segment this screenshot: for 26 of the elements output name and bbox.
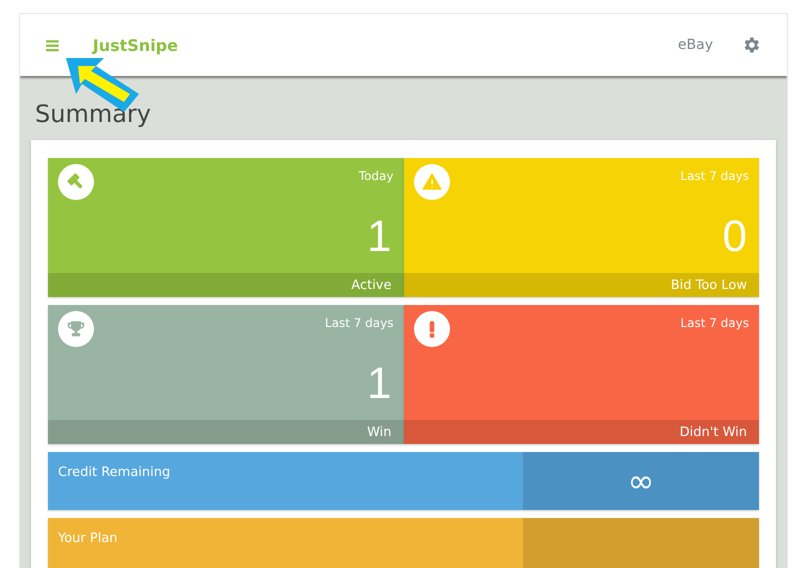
stat-label: Active bbox=[351, 278, 392, 292]
stat-tile[interactable]: Last 7 days 0 Bid Too Low bbox=[404, 158, 759, 297]
stat-tile[interactable]: Last 7 days 1 Win bbox=[48, 305, 404, 444]
nav-link[interactable]: eBay bbox=[678, 37, 713, 53]
stat-tile[interactable]: Last 7 days Didn't Win bbox=[404, 305, 759, 444]
brand-logo[interactable]: JustSnipe bbox=[92, 36, 178, 54]
stat-value: 0 bbox=[722, 212, 747, 262]
stat-value: 1 bbox=[367, 212, 392, 262]
trophy-icon bbox=[58, 311, 94, 347]
warning-icon bbox=[414, 164, 450, 200]
period-label: Last 7 days bbox=[680, 169, 749, 183]
stat-label: Bid Too Low bbox=[670, 278, 747, 292]
bar-label: Your Plan bbox=[57, 530, 119, 548]
period-label: Today bbox=[358, 169, 394, 183]
page-title: Summary bbox=[35, 100, 152, 128]
exclamation-icon bbox=[414, 311, 450, 347]
gavel-icon bbox=[58, 164, 94, 200]
stat-value: 1 bbox=[367, 358, 392, 408]
stat-label: Win bbox=[367, 424, 392, 440]
period-label: Last 7 days bbox=[680, 316, 749, 330]
bar-label: Credit Remaining bbox=[57, 464, 172, 482]
stat-tile[interactable]: Today 1 Active bbox=[48, 158, 404, 297]
bar-value: ∞ bbox=[628, 462, 654, 500]
menu-icon[interactable]: ≡ bbox=[44, 35, 61, 55]
stat-label: Didn't Win bbox=[680, 424, 747, 440]
period-label: Last 7 days bbox=[324, 316, 394, 330]
